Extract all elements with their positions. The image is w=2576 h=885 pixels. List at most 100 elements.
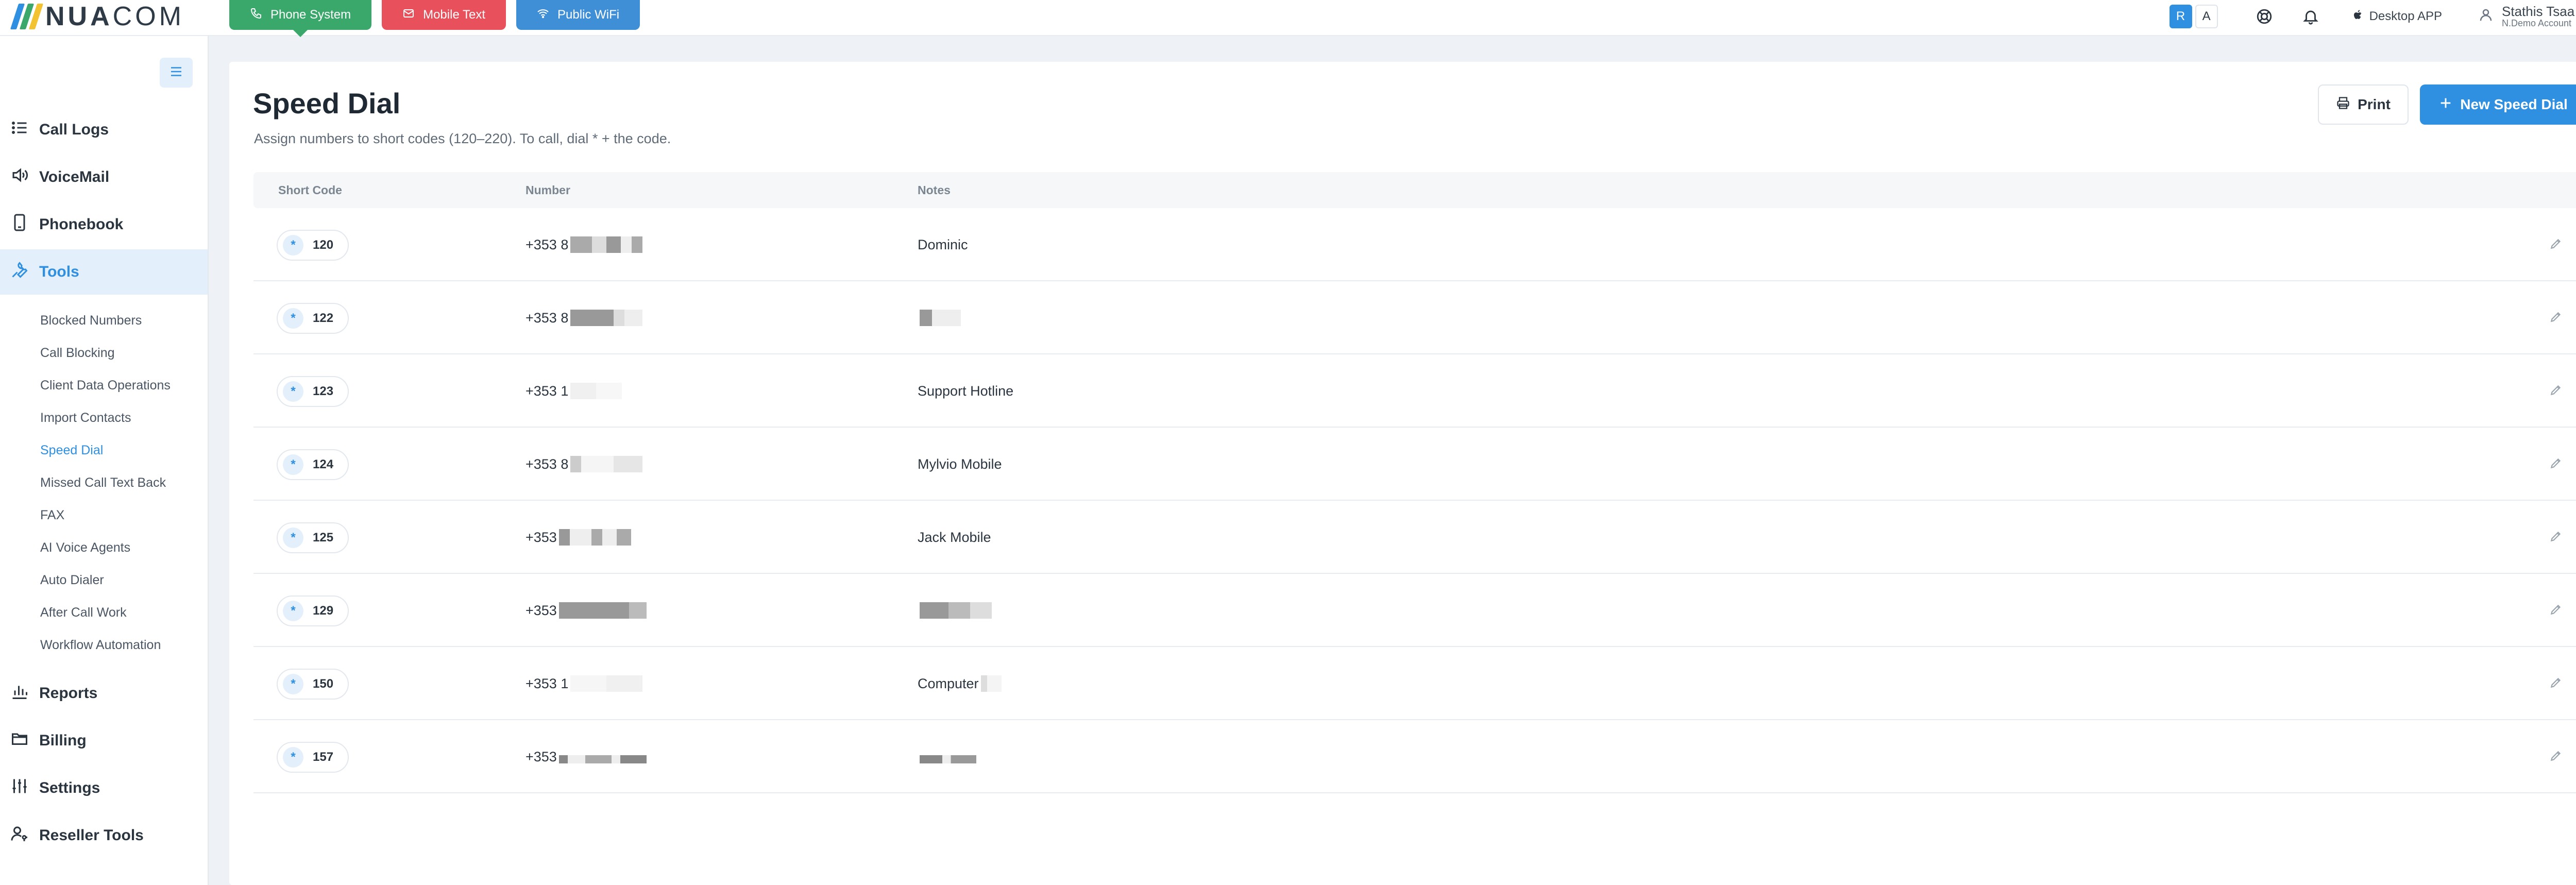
table-row: * 123 +353 1 Support Hotline bbox=[253, 354, 2576, 428]
notes-cell bbox=[918, 720, 976, 793]
short-code-badge: * 157 bbox=[277, 742, 349, 773]
sidebar-subitem-call-blocking[interactable]: Call Blocking bbox=[40, 343, 115, 363]
printer-icon bbox=[2336, 96, 2350, 114]
sidebar-item-label: Settings bbox=[39, 779, 100, 796]
redacted-block bbox=[570, 675, 643, 692]
column-header-short-code[interactable]: Short Code bbox=[278, 172, 342, 208]
pencil-icon bbox=[2549, 749, 2563, 765]
desktop-app-link[interactable]: Desktop APP bbox=[2352, 9, 2442, 25]
short-code: 125 bbox=[313, 531, 334, 544]
sidebar-item-billing[interactable]: Billing bbox=[0, 718, 208, 763]
edit-button[interactable] bbox=[2546, 527, 2566, 547]
apple-icon bbox=[2352, 9, 2364, 25]
table-row: * 157 +353 bbox=[253, 720, 2576, 793]
language-a-button[interactable]: A bbox=[2195, 5, 2218, 28]
edit-button[interactable] bbox=[2546, 454, 2566, 474]
table-header: Short Code Number Notes bbox=[253, 172, 2576, 208]
sidebar-subitem-ai-voice-agents[interactable]: AI Voice Agents bbox=[40, 537, 130, 558]
phone-number: +353 bbox=[526, 529, 557, 545]
print-button[interactable]: Print bbox=[2318, 84, 2409, 125]
language-r-button[interactable]: R bbox=[2169, 5, 2192, 28]
tab-phone-system[interactable]: Phone System bbox=[229, 0, 372, 37]
sidebar-item-reports[interactable]: Reports bbox=[0, 671, 208, 716]
short-code: 157 bbox=[313, 750, 334, 764]
number-cell: +353 1 bbox=[526, 354, 622, 428]
edit-button[interactable] bbox=[2546, 381, 2566, 401]
product-tabs: Phone System Mobile Text Public WiFi bbox=[229, 0, 640, 37]
pencil-icon bbox=[2549, 530, 2563, 546]
sidebar-item-label: Reports bbox=[39, 685, 98, 702]
sidebar-item-phonebook[interactable]: Phonebook bbox=[0, 202, 208, 247]
sidebar-subitem-import-contacts[interactable]: Import Contacts bbox=[40, 407, 131, 428]
notes-cell: Support Hotline bbox=[918, 383, 1014, 399]
number-cell: +353 bbox=[526, 501, 631, 574]
tab-label: Public WiFi bbox=[557, 8, 620, 22]
new-speed-dial-button[interactable]: New Speed Dial bbox=[2420, 84, 2576, 125]
phone-number: +353 8 bbox=[526, 310, 569, 326]
tab-label: Mobile Text bbox=[423, 8, 486, 22]
pencil-icon bbox=[2549, 383, 2563, 399]
edit-button[interactable] bbox=[2546, 674, 2566, 693]
phone-number: +353 bbox=[526, 748, 557, 764]
table-row: * 125 +353 Jack Mobile bbox=[253, 501, 2576, 574]
desktop-app-label: Desktop APP bbox=[2369, 9, 2442, 23]
pencil-icon bbox=[2549, 310, 2563, 326]
sidebar-item-label: Tools bbox=[39, 263, 79, 280]
sidebar-subitem-after-call-work[interactable]: After Call Work bbox=[40, 602, 127, 623]
tab-label: Phone System bbox=[270, 8, 351, 22]
short-code: 122 bbox=[313, 311, 334, 325]
short-code: 150 bbox=[313, 677, 334, 691]
user-info: Stathis Tsaa N.Demo Account bbox=[2502, 4, 2574, 29]
sidebar-item-label: Billing bbox=[39, 732, 87, 749]
sidebar-item-tools[interactable]: Tools bbox=[0, 249, 208, 295]
sidebar-subitem-fax[interactable]: FAX bbox=[40, 505, 64, 525]
sidebar-subitem-auto-dialer[interactable]: Auto Dialer bbox=[40, 570, 104, 590]
help-lifebuoy-icon[interactable] bbox=[2248, 5, 2281, 28]
tab-mobile-text[interactable]: Mobile Text bbox=[382, 0, 506, 30]
nuacom-logo[interactable]: NUACOM bbox=[10, 2, 184, 31]
notes-cell: Dominic bbox=[918, 236, 968, 252]
notes-cell bbox=[918, 574, 992, 647]
sidebar-subitem-blocked-numbers[interactable]: Blocked Numbers bbox=[40, 310, 142, 331]
speed-dial-table-body: * 120 +353 8 Dominic * 122 +353 8 * 123 … bbox=[253, 208, 2576, 793]
sidebar-collapse-button[interactable] bbox=[160, 58, 193, 88]
edit-button[interactable] bbox=[2546, 747, 2566, 767]
column-header-number[interactable]: Number bbox=[526, 172, 570, 208]
short-code-badge: * 124 bbox=[277, 449, 349, 480]
redacted-block bbox=[920, 602, 992, 619]
sidebar-item-call-logs[interactable]: Call Logs bbox=[0, 107, 208, 152]
sidebar-item-label: Call Logs bbox=[39, 121, 109, 138]
pencil-icon bbox=[2549, 456, 2563, 472]
short-code-badge: * 122 bbox=[277, 303, 349, 334]
edit-button[interactable] bbox=[2546, 601, 2566, 620]
main-content: Speed Dial Assign numbers to short codes… bbox=[229, 62, 2576, 885]
column-header-notes[interactable]: Notes bbox=[918, 172, 951, 208]
redacted-block bbox=[558, 529, 631, 546]
sidebar-subitem-missed-call-text-back[interactable]: Missed Call Text Back bbox=[40, 472, 166, 493]
sidebar-subitem-workflow-automation[interactable]: Workflow Automation bbox=[40, 635, 161, 655]
sidebar-item-label: VoiceMail bbox=[39, 168, 110, 185]
sidebar-item-settings[interactable]: Settings bbox=[0, 765, 208, 811]
tab-public-wifi[interactable]: Public WiFi bbox=[516, 0, 640, 30]
edit-button[interactable] bbox=[2546, 235, 2566, 254]
user-menu[interactable]: Stathis Tsaa N.Demo Account bbox=[2478, 4, 2576, 29]
asterisk-icon: * bbox=[283, 454, 303, 475]
bell-icon[interactable] bbox=[2294, 5, 2327, 28]
table-row: * 129 +353 bbox=[253, 574, 2576, 647]
user-key-icon bbox=[10, 824, 29, 847]
page-title: Speed Dial bbox=[253, 87, 401, 120]
redacted-block bbox=[570, 456, 643, 472]
pencil-icon bbox=[2549, 676, 2563, 692]
sidebar-item-voicemail[interactable]: VoiceMail bbox=[0, 155, 208, 200]
phone-number: +353 1 bbox=[526, 383, 569, 399]
short-code: 120 bbox=[313, 238, 334, 252]
sidebar-subitem-speed-dial[interactable]: Speed Dial bbox=[40, 440, 103, 461]
user-account: N.Demo Account bbox=[2502, 18, 2572, 29]
sidebar-subitem-client-data-operations[interactable]: Client Data Operations bbox=[40, 375, 171, 396]
edit-button[interactable] bbox=[2546, 308, 2566, 328]
sidebar-item-reseller-tools[interactable]: Reseller Tools bbox=[0, 813, 208, 858]
logo-text: NUACOM bbox=[45, 2, 184, 31]
phone-number: +353 8 bbox=[526, 236, 569, 252]
number-cell: +353 8 bbox=[526, 208, 643, 281]
bar-chart-icon bbox=[10, 682, 29, 705]
